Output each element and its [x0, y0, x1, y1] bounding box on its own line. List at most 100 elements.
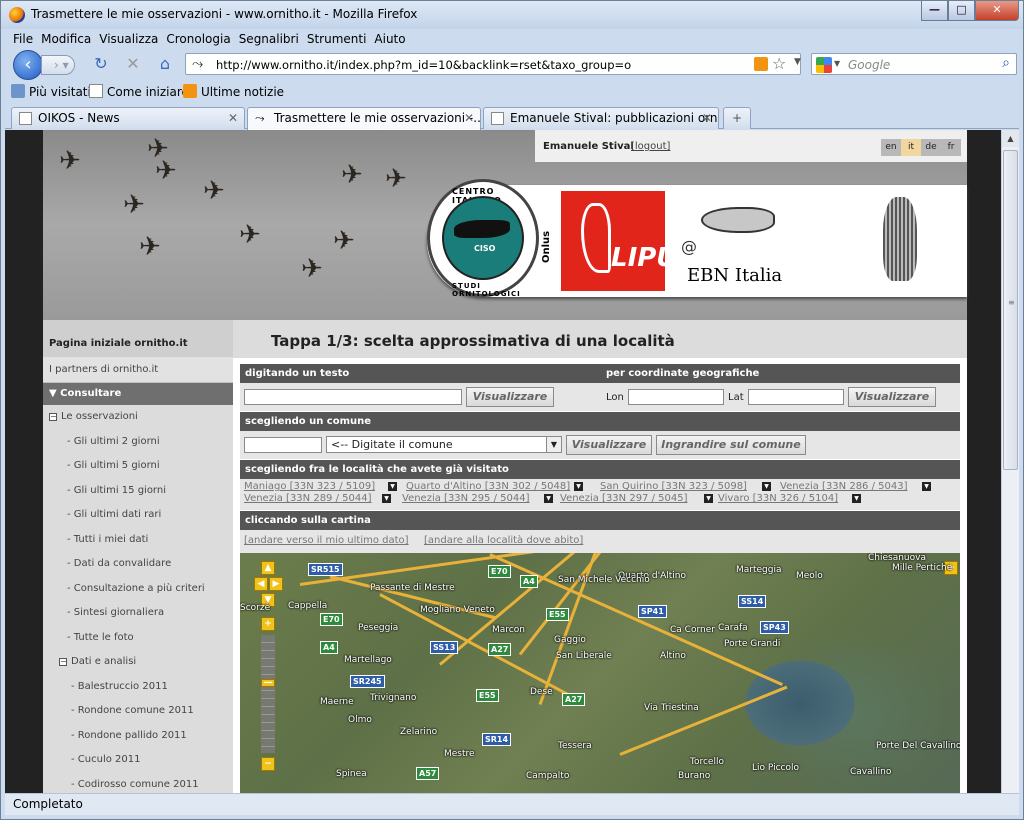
visited-location-link[interactable]: Venezia [33N 289 / 5044]	[244, 493, 372, 504]
menu-item[interactable]: Strumenti	[307, 30, 367, 48]
location-menu-icon[interactable]: ▼	[762, 482, 771, 491]
close-tab-icon[interactable]: ✕	[702, 108, 712, 128]
home-icon[interactable]: ⌂	[155, 54, 175, 74]
home-location-link[interactable]: [andare alla località dove abito]	[424, 535, 583, 546]
url-dropdown-icon[interactable]: ▼	[794, 57, 801, 67]
sidebar-item[interactable]: - Tutte le foto	[43, 626, 233, 651]
location-menu-icon[interactable]: ▼	[574, 482, 583, 491]
sidebar-item[interactable]: - Tutti i miei dati	[43, 528, 233, 553]
flying-squirrel-logo[interactable]	[863, 189, 933, 289]
lang-en[interactable]: en	[881, 139, 901, 156]
maximize-button[interactable]: □	[948, 1, 975, 21]
zoom-comune-button[interactable]: Ingrandire sul comune	[656, 435, 806, 455]
zoom-slider-handle[interactable]: —	[261, 679, 275, 688]
ciso-logo[interactable]: CENTRO ITALIANO CISO STUDI ORNITOLOGICI	[427, 179, 539, 298]
lat-input[interactable]	[748, 389, 844, 405]
address-url[interactable]: http://www.ornitho.it/index.php?m_id=10&…	[216, 58, 736, 72]
bookmark-star-icon[interactable]: ☆	[772, 54, 786, 73]
visited-location-link[interactable]: Venezia [33N 286 / 5043]	[780, 481, 908, 492]
menu-item[interactable]: Modifica	[41, 30, 91, 48]
lon-input[interactable]	[628, 389, 724, 405]
sidebar-item[interactable]: - Rondone comune 2011	[43, 699, 233, 724]
visited-location-link[interactable]: San Quirino [33N 323 / 5098]	[600, 481, 747, 492]
sidebar-item[interactable]: − Le osservazioni	[43, 405, 233, 430]
menu-item[interactable]: Segnalibri	[239, 30, 299, 48]
zoom-out-icon[interactable]: −	[261, 757, 275, 771]
sidebar-item-consult[interactable]: ▼ Consultare	[43, 383, 233, 405]
sidebar-item[interactable]: - Dati da convalidare	[43, 552, 233, 577]
lang-it[interactable]: it	[901, 139, 921, 156]
location-menu-icon[interactable]: ▼	[704, 494, 713, 503]
menu-item[interactable]: File	[13, 30, 33, 48]
close-tab-icon[interactable]: ✕	[464, 108, 474, 128]
tab-emanuele[interactable]: Emanuele Stival: pubblicazioni ornit... ✕	[483, 107, 719, 129]
collapse-icon[interactable]: −	[59, 658, 67, 666]
lipu-logo[interactable]: LIPU	[561, 191, 677, 291]
google-engine-icon[interactable]	[816, 57, 832, 73]
visited-location-link[interactable]: Venezia [33N 295 / 5044]	[402, 493, 530, 504]
visited-location-link[interactable]: Maniago [33N 323 / 5109]	[244, 481, 375, 492]
sidebar-item[interactable]: - Gli ultimi 5 giorni	[43, 454, 233, 479]
scroll-up-icon[interactable]: ▲	[1002, 130, 1019, 147]
close-window-button[interactable]: ✕	[975, 1, 1019, 21]
tab-ornitho[interactable]: ⤳ Trasmettere le mie osservazioni -... ✕	[247, 107, 481, 130]
sidebar-item[interactable]: - Rondone pallido 2011	[43, 724, 233, 749]
scrollbar-thumb[interactable]: ≡	[1003, 150, 1018, 470]
comune-select[interactable]: <-- Digitate il comune ▼	[326, 436, 562, 453]
tab-oikos[interactable]: OIKOS - News ✕	[11, 107, 245, 129]
sidebar-item[interactable]: − Dati e analisi	[43, 650, 233, 675]
menu-item[interactable]: Visualizza	[99, 30, 158, 48]
forward-button[interactable]: › ▾	[41, 55, 75, 75]
location-menu-icon[interactable]: ▼	[388, 482, 397, 491]
stop-icon[interactable]: ✕	[123, 54, 143, 74]
location-menu-icon[interactable]: ▼	[852, 494, 861, 503]
pan-left-icon[interactable]: ◀	[254, 577, 268, 591]
location-menu-icon[interactable]: ▼	[382, 494, 391, 503]
minimize-button[interactable]: —	[921, 1, 948, 21]
sidebar-item-home[interactable]: Pagina iniziale ornitho.it	[43, 320, 233, 357]
address-bar[interactable]: ⤳ http://www.ornitho.it/index.php?m_id=1…	[185, 53, 801, 75]
last-data-link[interactable]: [andare verso il mio ultimo dato]	[244, 535, 409, 546]
sidebar-item[interactable]: - Gli ultimi 2 giorni	[43, 430, 233, 455]
visited-location-link[interactable]: Quarto d'Altino [33N 302 / 5048]	[406, 481, 570, 492]
view-coords-button[interactable]: Visualizzare	[848, 387, 936, 407]
text-search-input[interactable]	[244, 389, 462, 405]
back-button[interactable]: ‹	[13, 50, 43, 80]
search-icon[interactable]: ⌕	[1002, 55, 1010, 71]
sidebar-item-partners[interactable]: I partners di ornitho.it	[43, 357, 233, 383]
bookmark-most-visited[interactable]: Più visitati	[11, 84, 91, 99]
visited-location-link[interactable]: Venezia [33N 297 / 5045]	[560, 493, 688, 504]
sidebar-item[interactable]: - Balestruccio 2011	[43, 675, 233, 700]
close-tab-icon[interactable]: ✕	[228, 108, 238, 128]
vertical-scrollbar[interactable]: ▲ ≡	[1001, 130, 1019, 793]
reload-icon[interactable]: ↻	[91, 54, 111, 74]
sidebar-item[interactable]: - Consultazione a più criteri	[43, 577, 233, 602]
lang-fr[interactable]: fr	[941, 139, 961, 156]
menu-item[interactable]: Cronologia	[166, 30, 230, 48]
satellite-map[interactable]: ▲ ◀ ▶ ▼ + — − + Mogliano Veneto Marcon Mar…	[240, 553, 960, 793]
view-comune-button[interactable]: Visualizzare	[566, 435, 652, 455]
sidebar-item[interactable]: - Sintesi giornaliera	[43, 601, 233, 626]
zoom-in-icon[interactable]: +	[261, 617, 275, 631]
lang-de[interactable]: de	[921, 139, 941, 156]
rss-feed-icon[interactable]	[754, 57, 768, 71]
logout-link[interactable]: [logout]	[631, 141, 670, 152]
sidebar-item[interactable]: - Cuculo 2011	[43, 748, 233, 773]
view-text-button[interactable]: Visualizzare	[466, 387, 554, 407]
bookmark-getting-started[interactable]: Come iniziare	[89, 84, 189, 99]
pan-up-icon[interactable]: ▲	[261, 561, 275, 575]
collapse-icon[interactable]: −	[49, 413, 57, 421]
sidebar-item[interactable]: - Codirosso comune 2011	[43, 773, 233, 794]
visited-location-link[interactable]: Vivaro [33N 326 / 5104]	[718, 493, 838, 504]
sidebar-item[interactable]: - Gli ultimi dati rari	[43, 503, 233, 528]
engine-dropdown-icon[interactable]: ▼	[834, 59, 840, 68]
new-tab-button[interactable]: +	[723, 107, 751, 129]
ebn-italia-logo[interactable]: @ EBN Italia	[675, 189, 815, 293]
comune-input[interactable]	[244, 437, 322, 453]
pan-right-icon[interactable]: ▶	[269, 577, 283, 591]
location-menu-icon[interactable]: ▼	[922, 482, 931, 491]
location-menu-icon[interactable]: ▼	[544, 494, 553, 503]
menu-item[interactable]: Aiuto	[374, 30, 405, 48]
zoom-slider[interactable]	[261, 635, 275, 753]
sidebar-item[interactable]: - Gli ultimi 15 giorni	[43, 479, 233, 504]
